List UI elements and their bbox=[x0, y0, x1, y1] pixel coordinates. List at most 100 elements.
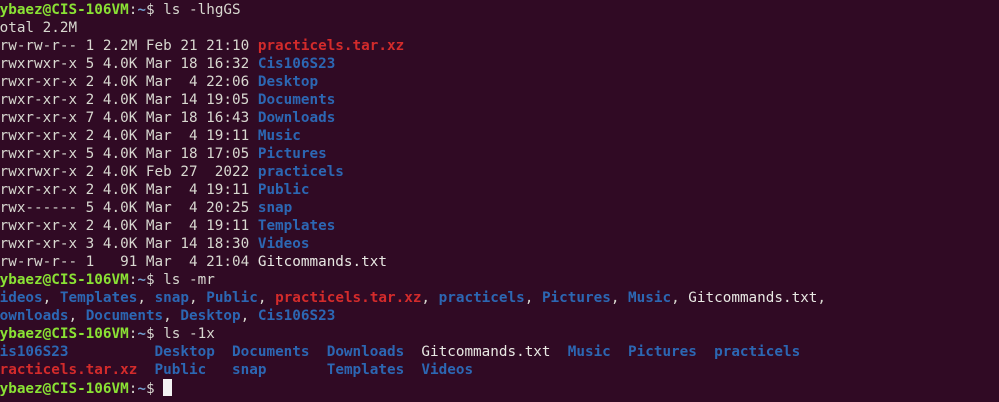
terminal-line: total 2.2M bbox=[0, 19, 826, 37]
output-text: , bbox=[240, 308, 258, 324]
output-text: drwx------ 5 4.0K Mar 4 20:25 bbox=[0, 200, 258, 216]
output-text: , bbox=[257, 290, 276, 306]
directory-entry: Documents bbox=[257, 92, 336, 108]
terminal-line: jybaez@CIS-106VM:~$ bbox=[0, 379, 826, 397]
file-entry: Gitcommands.txt bbox=[421, 344, 551, 360]
directory-entry: Music bbox=[628, 290, 672, 306]
archive-entry: practicels.tar.xz bbox=[257, 38, 405, 54]
directory-entry: Videos bbox=[257, 236, 310, 252]
terminal-line: jybaez@CIS-106VM:~$ ls -1x bbox=[0, 325, 826, 343]
directory-entry: Pictures bbox=[257, 146, 327, 162]
output-text: , bbox=[42, 290, 60, 306]
directory-entry: Cis106S23 bbox=[257, 56, 336, 72]
terminal-line: drwx------ 5 4.0K Mar 4 20:25 snap bbox=[0, 199, 826, 217]
output-text: $ ls -1x bbox=[145, 326, 215, 342]
directory-entry: practicels bbox=[438, 290, 525, 306]
output-text: drwxr-xr-x 7 4.0K Mar 18 16:43 bbox=[0, 110, 258, 126]
output-text: $ bbox=[145, 381, 164, 397]
directory-entry: Videos bbox=[421, 362, 474, 378]
terminal-line: drwxr-xr-x 2 4.0K Mar 14 19:05 Documents bbox=[0, 91, 826, 109]
output-text: , bbox=[610, 290, 629, 306]
directory-entry: practicels bbox=[714, 344, 801, 360]
directory-entry: Public bbox=[154, 362, 207, 378]
directory-entry: Templates bbox=[326, 362, 405, 378]
output-text: drwxrwxr-x 5 4.0K Mar 18 16:32 bbox=[0, 56, 258, 72]
directory-entry: snap bbox=[257, 200, 293, 216]
terminal-line: drwxrwxr-x 2 4.0K Feb 27 2022 practicels bbox=[0, 163, 826, 181]
file-entry: Gitcommands.txt bbox=[688, 290, 818, 306]
output-text: drwxrwxr-x 2 4.0K Feb 27 2022 bbox=[0, 164, 258, 180]
output-text: $ ls -lhgGS bbox=[145, 2, 241, 18]
directory-entry: snap bbox=[232, 362, 267, 378]
directory-entry: snap bbox=[154, 290, 189, 306]
terminal-line: drwxr-xr-x 5 4.0K Mar 18 17:05 Pictures bbox=[0, 145, 826, 163]
directory-entry: Public bbox=[257, 182, 310, 198]
output-text: drwxr-xr-x 2 4.0K Mar 4 19:11 bbox=[0, 218, 258, 234]
output-text: drwxr-xr-x 2 4.0K Mar 14 19:05 bbox=[0, 92, 258, 108]
output-text: drwxr-xr-x 2 4.0K Mar 4 19:11 bbox=[0, 182, 258, 198]
terminal-line: drwxr-xr-x 2 4.0K Mar 4 22:06 Desktop bbox=[0, 73, 826, 91]
terminal-line: drwxr-xr-x 2 4.0K Mar 4 19:11 Music bbox=[0, 127, 826, 145]
output-text: drwxr-xr-x 2 4.0K Mar 4 19:11 bbox=[0, 128, 258, 144]
directory-entry: Desktop bbox=[180, 308, 241, 324]
terminal-line: jybaez@CIS-106VM:~$ ls -lhgGS bbox=[0, 1, 826, 19]
terminal-line: drwxr-xr-x 2 4.0K Mar 4 19:11 Templates bbox=[0, 217, 826, 235]
directory-entry: Cis106S23 bbox=[257, 308, 336, 324]
terminal-line: drwxr-xr-x 2 4.0K Mar 4 19:11 Public bbox=[0, 181, 826, 199]
terminal-line: jybaez@CIS-106VM:~$ ls -mr bbox=[0, 271, 826, 289]
output-text: , bbox=[189, 290, 207, 306]
terminal-line: Downloads, Documents, Desktop, Cis106S23 bbox=[0, 307, 826, 325]
directory-entry: Music bbox=[567, 344, 611, 360]
prompt-user-host: jybaez@CIS-106VM bbox=[0, 326, 129, 342]
directory-entry: Pictures bbox=[628, 344, 697, 360]
directory-entry: Desktop bbox=[257, 74, 319, 90]
directory-entry: Public bbox=[206, 290, 258, 306]
directory-entry: Desktop bbox=[154, 344, 215, 360]
prompt-user-host: jybaez@CIS-106VM bbox=[0, 381, 129, 397]
directory-entry: practicels bbox=[257, 164, 344, 180]
terminal-line: Videos, Templates, snap, Public, practic… bbox=[0, 289, 826, 307]
directory-entry: Downloads bbox=[257, 110, 336, 126]
terminal-line: drwxr-xr-x 3 4.0K Mar 14 18:30 Videos bbox=[0, 235, 826, 253]
terminal-line: -rw-rw-r-- 1 2.2M Feb 21 21:10 practicel… bbox=[0, 37, 826, 55]
prompt-path: ~ bbox=[137, 381, 146, 397]
terminal-line: drwxr-xr-x 7 4.0K Mar 18 16:43 Downloads bbox=[0, 109, 826, 127]
output-text: , bbox=[137, 290, 155, 306]
output-text: , bbox=[671, 290, 689, 306]
output-text: , bbox=[817, 290, 827, 306]
terminal-line: -rw-rw-r-- 1 91 Mar 4 21:04 Gitcommands.… bbox=[0, 253, 826, 271]
prompt-user-host: jybaez@CIS-106VM bbox=[0, 2, 129, 18]
prompt-user-host: jybaez@CIS-106VM bbox=[0, 272, 129, 288]
directory-entry: Downloads bbox=[326, 344, 405, 360]
directory-entry: Videos bbox=[0, 290, 43, 306]
terminal-window[interactable]: jybaez@CIS-106VM:~$ ls -lhgGStotal 2.2M-… bbox=[0, 0, 999, 402]
directory-entry: Documents bbox=[85, 308, 164, 324]
output-text: drwxr-xr-x 3 4.0K Mar 14 18:30 bbox=[0, 236, 258, 252]
directory-entry: Templates bbox=[257, 218, 336, 234]
output-text: , bbox=[524, 290, 542, 306]
terminal-line: Cis106S23 Desktop Documents Downloads Gi… bbox=[0, 343, 826, 361]
output-text: drwxr-xr-x 2 4.0K Mar 4 22:06 bbox=[0, 74, 258, 90]
directory-entry: Pictures bbox=[541, 290, 611, 306]
directory-entry: Templates bbox=[59, 290, 138, 306]
output-text: -rw-rw-r-- 1 2.2M Feb 21 21:10 bbox=[0, 38, 258, 54]
output-text: , bbox=[421, 290, 439, 306]
terminal-output: jybaez@CIS-106VM:~$ ls -lhgGStotal 2.2M-… bbox=[0, 1, 826, 397]
output-text: drwxr-xr-x 5 4.0K Mar 18 17:05 bbox=[0, 146, 258, 162]
directory-entry: Music bbox=[257, 128, 301, 144]
prompt-path: ~ bbox=[137, 326, 146, 342]
output-text: $ ls -mr bbox=[145, 272, 215, 288]
directory-entry: Documents bbox=[232, 344, 310, 360]
prompt-path: ~ bbox=[137, 272, 146, 288]
